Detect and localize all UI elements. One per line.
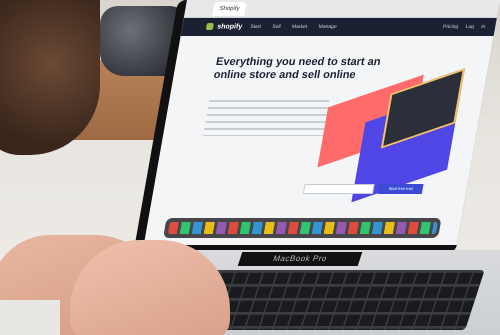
laptop-screen: Shopify shopify Start Sell Market Manage…: [143, 0, 500, 245]
primary-menu[interactable]: Start Sell Market Manage: [250, 23, 338, 31]
hero-headline: Everything you need to start an online s…: [212, 56, 382, 81]
email-input[interactable]: [302, 184, 375, 194]
start-trial-button[interactable]: Start free trial: [377, 184, 424, 194]
hero-section: Everything you need to start an online s…: [143, 36, 494, 245]
secondary-menu[interactable]: Pricing Log in: [442, 23, 486, 31]
hero-subtext: [203, 100, 330, 136]
browser-tab[interactable]: Shopify: [212, 2, 247, 16]
site-logo[interactable]: shopify: [205, 23, 243, 31]
brand-plate: MacBook Pro: [237, 252, 363, 266]
photo: Shopify shopify Start Sell Market Manage…: [0, 0, 500, 335]
brand-text: MacBook Pro: [271, 254, 329, 263]
site-nav: shopify Start Sell Market Manage Pricing…: [180, 18, 497, 36]
dock-icons[interactable]: [167, 222, 438, 234]
browser-bar: Shopify: [183, 0, 500, 18]
shopify-bag-icon: [205, 23, 214, 30]
logo-text: shopify: [216, 23, 243, 31]
